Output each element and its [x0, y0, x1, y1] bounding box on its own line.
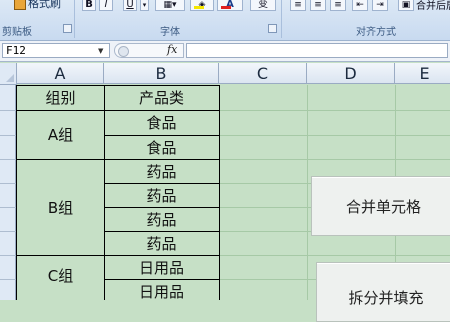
- cell-b1[interactable]: 产品类: [104, 85, 219, 110]
- borders-button[interactable]: ▦▾: [155, 0, 185, 11]
- insert-function-button[interactable]: fx: [167, 43, 177, 56]
- merged-cell-a-group[interactable]: A组: [17, 110, 104, 159]
- row-headers[interactable]: [0, 85, 16, 300]
- column-header-a[interactable]: A: [17, 63, 104, 84]
- cell-b6[interactable]: 药品: [104, 207, 219, 231]
- align-left-button[interactable]: ≡: [290, 0, 306, 11]
- cell-b9[interactable]: 日用品: [104, 279, 219, 303]
- align-center-button[interactable]: ≡: [310, 0, 326, 11]
- decrease-indent-button[interactable]: ⇤: [352, 0, 368, 11]
- name-box-dropdown-icon[interactable]: ▼: [98, 47, 103, 55]
- cell-b4[interactable]: 药品: [104, 159, 219, 183]
- borders-icon: ▦▾: [163, 0, 177, 10]
- phonetic-label: 变: [258, 0, 268, 10]
- font-color-bar: [221, 6, 231, 9]
- font-group-label: 字体: [160, 27, 180, 38]
- name-box[interactable]: F12: [2, 43, 110, 58]
- formula-bar: F12 ▼ fx: [0, 41, 450, 62]
- fill-color-button[interactable]: ◈: [190, 0, 214, 11]
- ribbon: 格式刷 剪贴板 B I U ▾ ▦▾ ◈ A 变 字体 ≡ ≡ ≡ ⇤ ⇥ ▣ …: [0, 0, 450, 41]
- merged-cell-c-group[interactable]: C组: [17, 255, 104, 300]
- underline-button[interactable]: U: [123, 0, 137, 11]
- cell-a1[interactable]: 组别: [17, 85, 104, 110]
- cell-b5[interactable]: 药品: [104, 183, 219, 207]
- merged-cell-b-group[interactable]: B组: [17, 159, 104, 255]
- increase-indent-icon: ⇥: [376, 0, 384, 10]
- format-painter-button[interactable]: 格式刷: [14, 0, 61, 11]
- font-launcher-icon[interactable]: [268, 24, 277, 33]
- merge-cells-button[interactable]: 合并单元格: [311, 176, 450, 236]
- alignment-group-label: 对齐方式: [356, 27, 396, 38]
- ribbon-separator: [281, 0, 282, 38]
- underline-dropdown-icon[interactable]: ▾: [140, 0, 149, 11]
- formula-input[interactable]: [186, 43, 448, 58]
- cancel-circle-icon[interactable]: [118, 46, 129, 57]
- align-right-icon: ≡: [334, 0, 342, 10]
- cell-b3[interactable]: 食品: [104, 135, 219, 159]
- cell-b2[interactable]: 食品: [104, 110, 219, 135]
- paintbrush-icon: [14, 0, 26, 10]
- format-painter-label: 格式刷: [28, 0, 61, 10]
- column-header-d[interactable]: D: [307, 63, 395, 84]
- cell-b8[interactable]: 日用品: [104, 255, 219, 279]
- split-fill-button[interactable]: 拆分并填充: [316, 262, 450, 322]
- clipboard-group-label: 剪贴板: [2, 27, 32, 38]
- phonetic-button[interactable]: 变: [250, 0, 276, 11]
- clipboard-launcher-icon[interactable]: [63, 24, 72, 33]
- italic-button[interactable]: I: [99, 0, 113, 11]
- fill-color-bar: [194, 6, 204, 9]
- bold-button[interactable]: B: [82, 0, 96, 11]
- decrease-indent-icon: ⇤: [356, 0, 364, 10]
- merge-center-icon[interactable]: ▣: [398, 0, 414, 11]
- align-center-icon: ≡: [314, 0, 322, 10]
- column-header-e[interactable]: E: [395, 63, 450, 84]
- increase-indent-button[interactable]: ⇥: [372, 0, 388, 11]
- column-header-b[interactable]: B: [104, 63, 219, 84]
- split-fill-label: 拆分并填充: [348, 289, 424, 307]
- align-right-button[interactable]: ≡: [330, 0, 346, 11]
- merged-cell-c-group-label: C组: [47, 267, 74, 285]
- merge-center-label[interactable]: 合并后居: [416, 0, 450, 12]
- ribbon-separator: [74, 0, 75, 38]
- formula-tools: fx: [114, 43, 184, 58]
- cell-b7[interactable]: 药品: [104, 231, 219, 255]
- select-all-corner[interactable]: [0, 63, 17, 85]
- column-header-c[interactable]: C: [219, 63, 307, 84]
- align-left-icon: ≡: [294, 0, 302, 10]
- font-color-button[interactable]: A: [217, 0, 243, 11]
